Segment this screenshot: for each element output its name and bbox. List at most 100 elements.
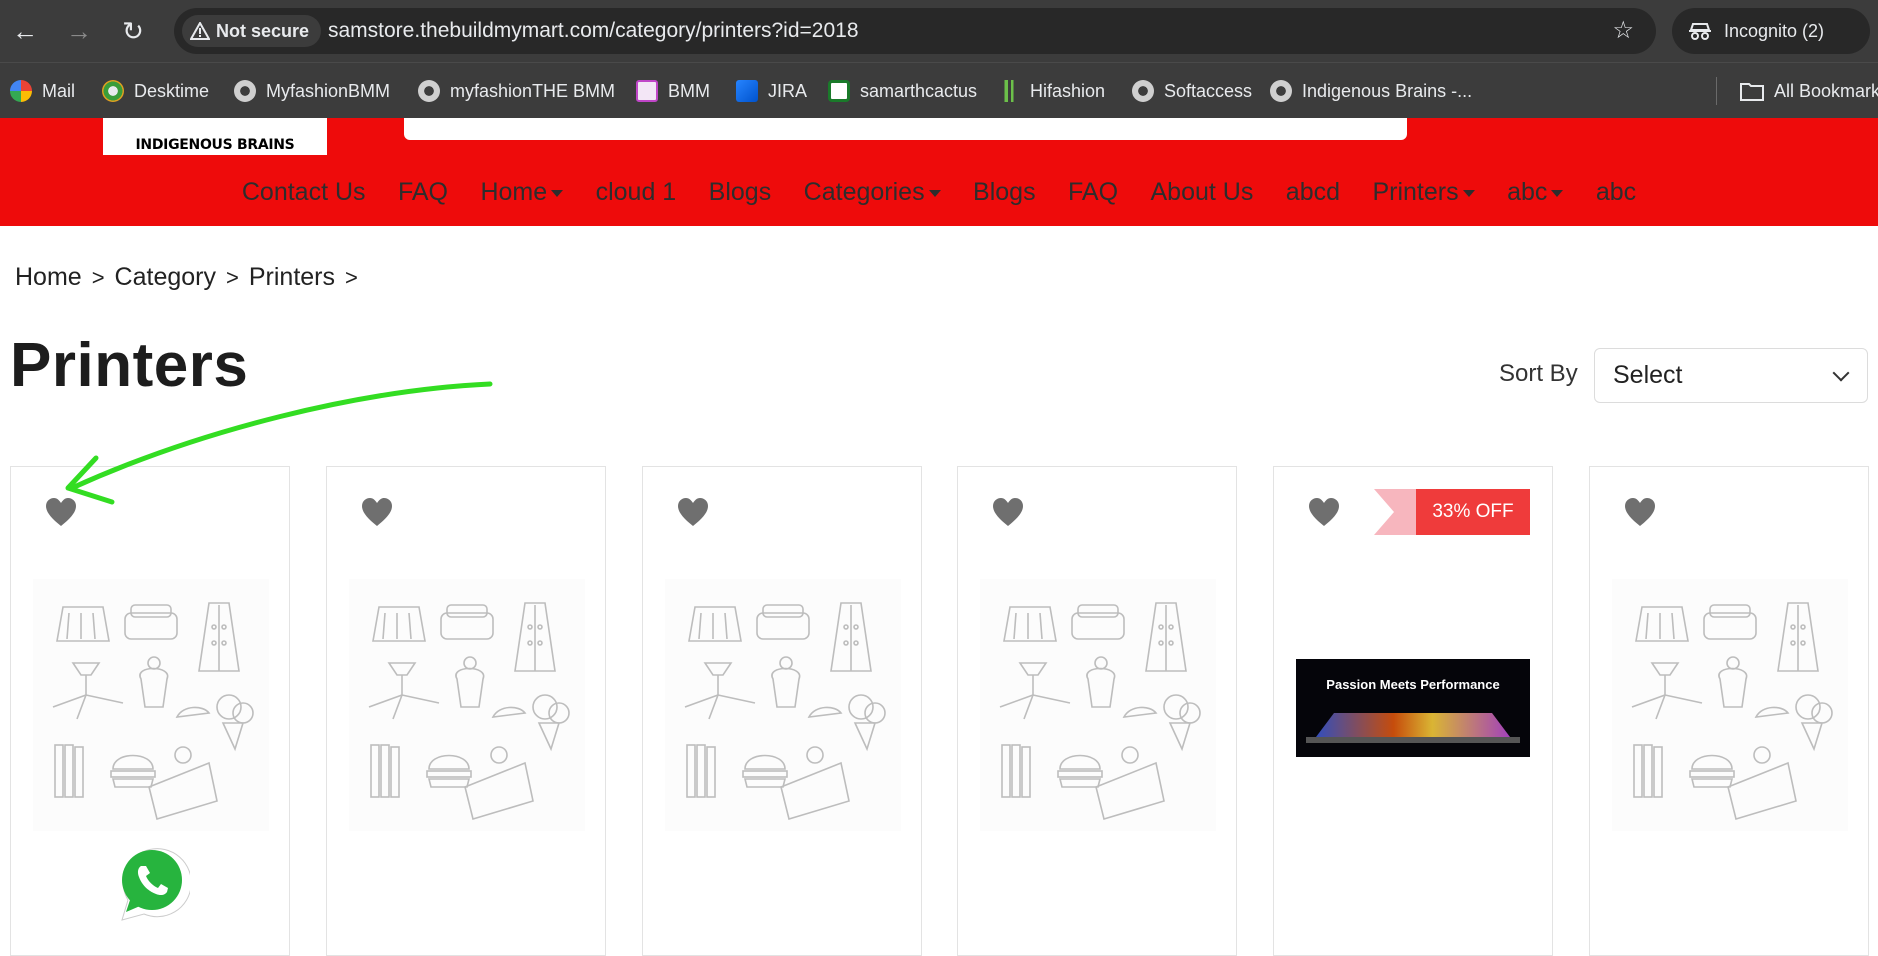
breadcrumb: Home > Category > Printers > — [15, 263, 358, 292]
product-image[interactable] — [349, 579, 585, 831]
bookmark-bmm[interactable]: BMM — [636, 63, 710, 119]
security-label: Not secure — [216, 21, 310, 41]
bookmark-label: myfashionTHE BMM — [450, 80, 616, 101]
browser-toolbar: ← → ↻ Not secure samstore.thebuildmymart… — [0, 0, 1878, 62]
breadcrumb-separator: > — [345, 264, 358, 290]
globe-icon — [418, 80, 440, 102]
incognito-label: Incognito (2) — [1724, 21, 1825, 41]
globe-icon — [1270, 80, 1292, 102]
back-arrow-icon[interactable]: ← — [8, 14, 42, 48]
forward-arrow-icon[interactable]: → — [62, 14, 96, 48]
bookmark-jira[interactable]: JIRA — [736, 63, 807, 119]
bookmark-label: MyfashionBMM — [266, 80, 391, 101]
nav-item-blogs[interactable]: Blogs — [709, 178, 772, 207]
address-bar[interactable]: Not secure samstore.thebuildmymart.com/c… — [174, 8, 1656, 54]
incognito-chip[interactable]: Incognito (2) — [1672, 8, 1870, 54]
breadcrumb-home[interactable]: Home — [15, 263, 82, 292]
globe-icon — [234, 80, 256, 102]
jira-icon — [736, 80, 758, 102]
product-image[interactable] — [665, 579, 901, 831]
bookmarks-divider — [1716, 77, 1717, 105]
breadcrumb-separator: > — [226, 264, 239, 290]
whatsapp-icon[interactable] — [108, 842, 190, 924]
product-image[interactable] — [980, 579, 1216, 831]
incognito-icon — [1689, 23, 1711, 40]
bookmark-label: Softaccess — [1164, 80, 1253, 101]
sort-select[interactable]: Select — [1594, 348, 1868, 403]
bookmark-indigenous-brains[interactable]: Indigenous Brains -... — [1270, 63, 1472, 119]
nav-item-categories[interactable]: Categories — [804, 178, 941, 207]
product-image[interactable] — [33, 579, 269, 831]
bookmark-mail[interactable]: Mail — [10, 63, 75, 119]
product-card[interactable] — [326, 466, 606, 956]
heart-icon[interactable] — [1308, 497, 1340, 527]
discount-badge: 33% OFF — [1374, 489, 1530, 535]
nav-item-home[interactable]: Home — [480, 178, 564, 207]
sort-label: Sort By — [1499, 360, 1578, 387]
bookmark-hifashion[interactable]: Hifashion — [998, 63, 1105, 119]
nav-item-cloud-1[interactable]: cloud 1 — [596, 178, 677, 207]
breadcrumb-separator: > — [91, 264, 105, 290]
product-banner-image[interactable]: Passion Meets Performance — [1296, 659, 1530, 757]
main-nav: Contact Us FAQ Home cloud 1 Blogs Catego… — [0, 178, 1878, 207]
all-bookmarks[interactable]: All Bookmarks — [1740, 63, 1878, 119]
warning-icon — [190, 22, 210, 40]
nav-item-printers[interactable]: Printers — [1372, 178, 1475, 207]
hifashion-icon — [998, 80, 1020, 102]
caret-down-icon — [1462, 189, 1475, 197]
nav-item-about-us[interactable]: About Us — [1151, 178, 1254, 207]
bookmark-myfashionthebmm[interactable]: myfashionTHE BMM — [418, 63, 615, 119]
bookmark-label: BMM — [668, 80, 710, 101]
product-card[interactable] — [957, 466, 1237, 956]
annotation-arrow — [65, 381, 493, 505]
nav-item-abc-2[interactable]: abc — [1596, 178, 1636, 207]
caret-down-icon — [551, 189, 564, 197]
bookmark-samarthcactus[interactable]: samarthcactus — [828, 63, 977, 119]
caret-down-icon — [928, 189, 941, 197]
bookmark-label: Indigenous Brains -... — [1302, 80, 1473, 101]
bookmark-softaccess[interactable]: Softaccess — [1132, 63, 1252, 119]
product-card[interactable] — [642, 466, 922, 956]
nav-item-abcd[interactable]: abcd — [1286, 178, 1340, 207]
reload-icon[interactable]: ↻ — [116, 14, 150, 48]
logo-text: INDIGENOUS BRAINS — [135, 137, 295, 153]
nav-item-faq-2[interactable]: FAQ — [1068, 178, 1118, 207]
heart-icon[interactable] — [992, 497, 1024, 527]
bookmark-label: Hifashion — [1030, 80, 1106, 101]
google-icon — [10, 80, 32, 102]
discount-badge-text: 33% OFF — [1416, 489, 1530, 535]
chevron-down-icon — [1832, 364, 1850, 382]
bookmark-desktime[interactable]: Desktime — [102, 63, 209, 119]
site-search-input[interactable] — [404, 118, 1407, 140]
bookmark-label: JIRA — [768, 80, 808, 101]
nav-item-faq[interactable]: FAQ — [398, 178, 448, 207]
nav-item-abc[interactable]: abc — [1507, 178, 1564, 207]
nav-item-contact-us[interactable]: Contact Us — [242, 178, 366, 207]
site-header: INDIGENOUS BRAINS Contact Us FAQ Home cl… — [0, 118, 1878, 226]
bookmark-label: samarthcactus — [860, 80, 978, 101]
bookmarks-bar: Mail Desktime MyfashionBMM myfashionTHE … — [0, 62, 1878, 118]
heart-icon[interactable] — [677, 497, 709, 527]
caret-down-icon — [1551, 189, 1564, 197]
bookmark-label: Desktime — [134, 80, 210, 101]
sort-select-value: Select — [1613, 361, 1683, 389]
product-image[interactable] — [1612, 579, 1848, 831]
product-card[interactable]: 33% OFF Passion Meets Performance — [1273, 466, 1553, 956]
bookmark-myfashionbmm[interactable]: MyfashionBMM — [234, 63, 390, 119]
breadcrumb-category[interactable]: Category — [115, 263, 216, 292]
product-card[interactable] — [1589, 466, 1869, 956]
bookmark-label: Mail — [42, 80, 76, 101]
security-chip[interactable]: Not secure — [182, 15, 322, 47]
laptop-glow-graphic — [1306, 713, 1520, 743]
bookmark-star-icon[interactable]: ☆ — [1612, 8, 1634, 54]
nav-item-blogs-2[interactable]: Blogs — [973, 178, 1036, 207]
heart-icon[interactable] — [1624, 497, 1656, 527]
badge-ribbon-tail — [1374, 489, 1422, 535]
breadcrumb-current: Printers — [248, 263, 335, 291]
cactus-icon — [828, 80, 850, 102]
site-logo[interactable]: INDIGENOUS BRAINS — [103, 118, 327, 155]
url-text[interactable]: samstore.thebuildmymart.com/category/pri… — [328, 8, 859, 54]
folder-icon — [1740, 83, 1764, 101]
all-bookmarks-label: All Bookmarks — [1774, 80, 1878, 101]
globe-icon — [1132, 80, 1154, 102]
